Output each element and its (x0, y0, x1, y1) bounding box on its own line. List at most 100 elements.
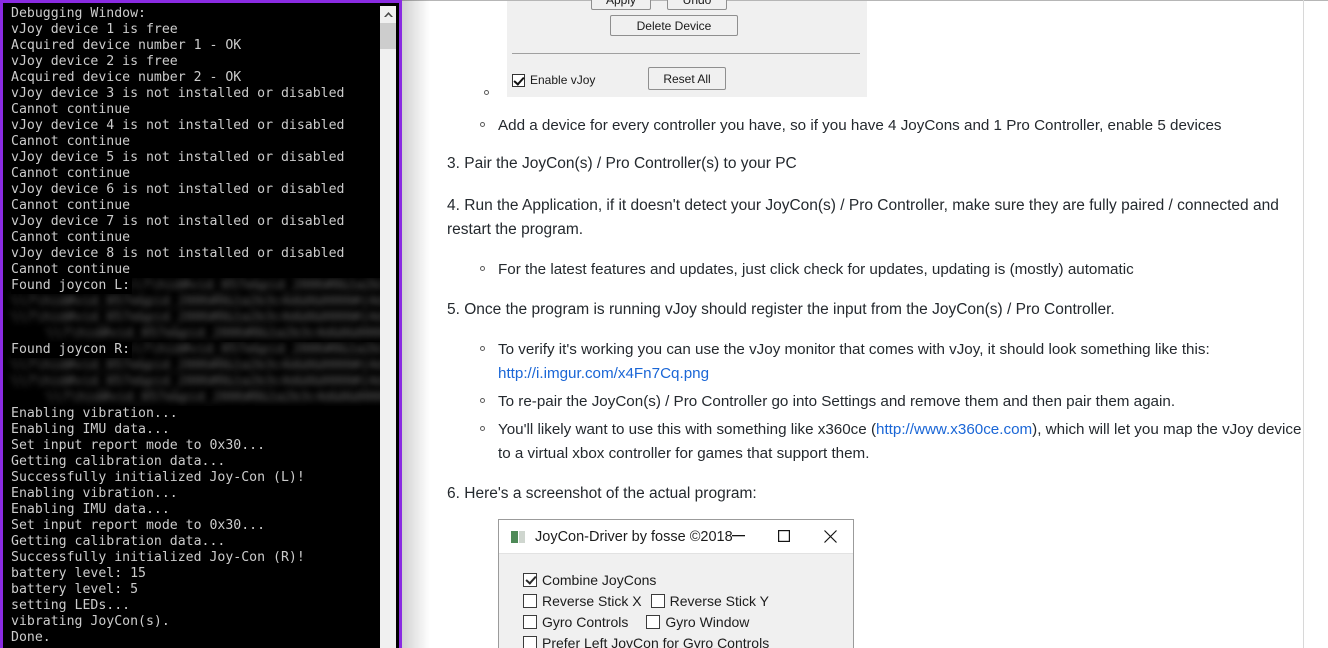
list-item-text: Once the program is running vJoy should … (464, 301, 1115, 318)
bullet-marker-icon (480, 266, 485, 271)
console-line: Cannot continue (11, 262, 131, 277)
console-line: vJoy device 3 is not installed or disabl… (11, 86, 345, 101)
console-line: Successfully initialized Joy-Con (R)! (11, 550, 305, 565)
prefer-left-joycon-gyro-checkbox[interactable] (523, 636, 537, 648)
console-line: Done. (11, 630, 51, 645)
list-item: For the latest features and updates, jus… (480, 258, 1314, 282)
console-line: Cannot continue (11, 102, 131, 117)
console-line: Cannot continue (11, 198, 131, 213)
list-item-text: Add a device for every controller you ha… (498, 117, 1222, 134)
option-row[interactable]: Prefer Left JoyCon for Gyro Controls (523, 633, 853, 648)
option-row[interactable]: Reverse Stick X Reverse Stick Y (523, 591, 853, 611)
console-line: battery level: 15 (11, 566, 146, 581)
reverse-stick-y-checkbox[interactable] (650, 594, 665, 608)
console-scrollbar[interactable] (380, 6, 396, 648)
list-item-text: Pair the JoyCon(s) / Pro Controller(s) t… (464, 155, 797, 172)
scroll-up-arrow-icon[interactable] (380, 6, 396, 23)
list-item-number: 4. (447, 197, 460, 214)
console-line: vJoy device 2 is free (11, 54, 178, 69)
vjoy-enable-checkbox[interactable] (512, 73, 525, 87)
reverse-stick-y-label: Reverse Stick Y (669, 593, 769, 609)
gyro-window-label: Gyro Window (665, 614, 750, 630)
list-item-text: For the latest features and updates, jus… (498, 261, 1134, 278)
imgur-screenshot-link[interactable]: http://i.imgur.com/x4Fn7Cq.png (498, 365, 709, 382)
vjoy-delete-device-button[interactable]: Delete Device (610, 15, 738, 36)
bullet-marker-icon (480, 398, 485, 403)
page-right-rule (1303, 0, 1304, 648)
vjoy-divider (512, 53, 860, 54)
redacted-device-path: \\?\hid#vid_057e&pid_2006#8&1a2b3c4d&0&0… (11, 294, 384, 309)
maximize-button[interactable] (761, 520, 807, 552)
reverse-stick-x-label: Reverse Stick X (542, 593, 642, 609)
redacted-device-path: \\?\hid#vid_057e&pid_2006#8&1a2b3c4d&0&0… (11, 374, 384, 389)
vjoy-config-dialog-image: Apply Undo Delete Device Enable vJoy Res… (507, 0, 867, 97)
debugging-console-window[interactable]: Debugging Window: vJoy device 1 is free … (0, 0, 402, 648)
bullet-marker-dialog (484, 90, 489, 95)
minimize-button[interactable] (715, 520, 761, 552)
console-output-area[interactable]: Debugging Window: vJoy device 1 is free … (6, 6, 384, 648)
vjoy-enable-checkbox-row[interactable]: Enable vJoy (512, 73, 595, 87)
found-joycon-left-label: Found joycon L: (11, 278, 133, 294)
joycon-driver-options-panel: Combine JoyCons Reverse Stick X Reverse … (499, 554, 853, 648)
gyro-window-checkbox[interactable] (646, 615, 661, 629)
redacted-device-path: \\?\hid#vid_057e&pid_2006#8&1a2b3c4d&0&0… (46, 390, 384, 405)
console-line: Enabling vibration... (11, 486, 178, 501)
console-line: Cannot continue (11, 134, 131, 149)
console-line: vJoy device 1 is free (11, 22, 178, 37)
console-line: Getting calibration data... (11, 454, 226, 469)
console-line: vJoy device 8 is not installed or disabl… (11, 246, 345, 261)
console-line: Set input report mode to 0x30... (11, 438, 266, 453)
found-joycon-right-block: Found joycon R: \\?\hid#vid_057e&pid_200… (6, 342, 384, 406)
joycon-driver-title: JoyCon-Driver by fosse ©2018 (535, 528, 733, 545)
console-line: Acquired device number 2 - OK (11, 70, 242, 85)
console-line: Enabling IMU data... (11, 422, 170, 437)
redacted-device-path: \\?\hid#vid_057e&pid_2006#8&1a2b3c4d&0&0… (11, 358, 384, 373)
list-item: 3. Pair the JoyCon(s) / Pro Controller(s… (447, 152, 1307, 176)
gyro-controls-checkbox[interactable] (523, 615, 537, 629)
combine-joycons-checkbox[interactable] (523, 573, 537, 587)
redacted-device-path: \\?\hid#vid_057e&pid_2006#8&1a2b3c4d&0&0… (126, 278, 384, 293)
reverse-stick-x-checkbox[interactable] (523, 594, 537, 608)
list-item: To re-pair the JoyCon(s) / Pro Controlle… (480, 390, 1314, 414)
console-line: vibrating JoyCon(s). (11, 614, 170, 629)
list-item: To verify it's working you can use the v… (480, 338, 1314, 386)
combine-joycons-label: Combine JoyCons (542, 572, 657, 588)
document-pane[interactable]: Apply Undo Delete Device Enable vJoy Res… (402, 0, 1328, 648)
console-line: Set input report mode to 0x30... (11, 518, 266, 533)
console-line: setting LEDs... (11, 598, 131, 613)
vjoy-enable-label: Enable vJoy (530, 73, 596, 87)
bullet-marker-icon (480, 426, 485, 431)
list-item-text: Here's a screenshot of the actual progra… (464, 485, 757, 502)
joycon-driver-window-image: JoyCon-Driver by fosse ©2018 Combine Joy… (498, 519, 854, 648)
console-line: vJoy device 6 is not installed or disabl… (11, 182, 345, 197)
console-line: vJoy device 5 is not installed or disabl… (11, 150, 345, 165)
x360ce-link[interactable]: http://www.x360ce.com (876, 421, 1032, 438)
console-line: Cannot continue (11, 230, 131, 245)
close-button[interactable] (807, 520, 853, 552)
found-joycon-right-label: Found joycon R: (11, 342, 133, 358)
console-line: vJoy device 7 is not installed or disabl… (11, 214, 345, 229)
console-line: vJoy device 4 is not installed or disabl… (11, 118, 345, 133)
console-line: Getting calibration data... (11, 534, 226, 549)
prefer-left-joycon-gyro-label: Prefer Left JoyCon for Gyro Controls (542, 635, 770, 648)
list-item: You'll likely want to use this with some… (480, 418, 1314, 466)
list-item-text-before: You'll likely want to use this with some… (498, 421, 876, 438)
joycon-driver-titlebar: JoyCon-Driver by fosse ©2018 (499, 520, 853, 554)
console-line: Acquired device number 1 - OK (11, 38, 242, 53)
gyro-controls-label: Gyro Controls (542, 614, 629, 630)
vjoy-undo-button[interactable]: Undo (667, 0, 727, 10)
redacted-device-path: \\?\hid#vid_057e&pid_2006#8&1a2b3c4d&0&0… (11, 310, 384, 325)
window-drop-shadow (402, 0, 430, 648)
console-line: Enabling vibration... (11, 406, 178, 421)
vjoy-reset-all-button[interactable]: Reset All (648, 67, 726, 90)
console-line: Cannot continue (11, 166, 131, 181)
option-row[interactable]: Combine JoyCons (523, 570, 853, 590)
console-line: Debugging Window: (11, 6, 146, 21)
list-item: 4. Run the Application, if it doesn't de… (447, 194, 1313, 242)
bullet-marker-icon (480, 122, 485, 127)
console-scrollbar-thumb[interactable] (380, 23, 396, 49)
option-row[interactable]: Gyro Controls Gyro Window (523, 612, 853, 632)
vjoy-apply-button[interactable]: Apply (591, 0, 651, 10)
list-item: 5. Once the program is running vJoy shou… (447, 298, 1307, 322)
bullet-marker-icon (480, 346, 485, 351)
